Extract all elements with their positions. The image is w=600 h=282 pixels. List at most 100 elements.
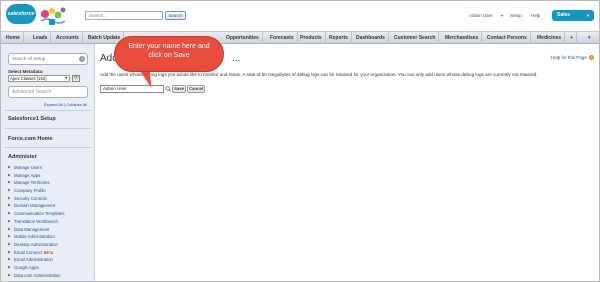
sidebar-item-label: Email Connect	[14, 249, 42, 255]
tab-contact-persons[interactable]: Contact Persons	[484, 32, 531, 44]
expand-triangle-icon[interactable]: ▶	[8, 202, 11, 210]
sidebar-item-label: Communication Templates	[14, 211, 65, 217]
global-search-input[interactable]: Search...	[85, 11, 163, 20]
sidebar-item-data-management[interactable]: ▶ Data Management	[7, 226, 93, 234]
sidebar-item-mobile-administration[interactable]: ▶ Mobile Administration	[7, 233, 93, 241]
instruction-callout: Enter your name here and click on Save	[114, 36, 224, 72]
expand-triangle-icon[interactable]: ▶	[8, 272, 11, 280]
sidebar-item-communication-templates[interactable]: ▶ Communication Templates	[7, 210, 93, 218]
expand-all-link[interactable]: Expand All	[44, 102, 63, 107]
tab-dashboards[interactable]: Dashboards	[353, 32, 389, 44]
sidebar-item-email-administration[interactable]: ▶ Email Administration	[7, 256, 93, 264]
administer-heading: Administer	[8, 154, 37, 160]
main-content: Add ... Help for this Page ? Add the use…	[97, 44, 599, 281]
help-icon: ?	[589, 55, 594, 60]
expand-triangle-icon[interactable]: ▶	[8, 241, 11, 249]
expand-triangle-icon[interactable]: ▶	[8, 256, 11, 264]
chevron-down-icon: ▼	[64, 76, 68, 80]
expand-triangle-icon[interactable]: ▶	[8, 210, 11, 218]
quick-find-input[interactable]: Search All Setup... ×	[8, 53, 88, 65]
sidebar-item-company-profile[interactable]: ▶ Company Profile	[7, 187, 93, 195]
sidebar-item-desktop-administration[interactable]: ▶ Desktop Administration	[7, 241, 93, 249]
sidebar-item-manage-apps[interactable]: ▶ Manage Apps	[7, 172, 93, 180]
save-button[interactable]: Save	[172, 85, 186, 93]
expand-collapse-separator: |	[64, 102, 66, 107]
instructions-text: Add the users whose debug logs you would…	[100, 72, 538, 77]
collapse-all-link[interactable]: Collapse All	[66, 102, 87, 107]
tab-opportunities[interactable]: Opportunities	[223, 32, 263, 44]
sidebar-item-label: Translation Workbench	[14, 218, 58, 224]
salesforce1-setup-heading[interactable]: Salesforce1 Setup	[8, 116, 56, 122]
tab-customer-search[interactable]: Customer Search	[391, 32, 440, 44]
forcecom-home-heading[interactable]: Force.com Home	[8, 136, 53, 142]
tab-forecasts[interactable]: Forecasts	[267, 32, 298, 44]
divider	[5, 147, 91, 148]
tab-leads[interactable]: Leads	[30, 32, 52, 44]
expand-triangle-icon[interactable]: ▶	[8, 164, 11, 172]
global-search-button[interactable]: Search	[165, 11, 186, 20]
refresh-icon[interactable]: ⟳	[72, 75, 80, 82]
cancel-button[interactable]: Cancel	[187, 85, 205, 93]
sidebar-item-security-controls[interactable]: ▶ Security Controls	[7, 195, 93, 203]
expand-triangle-icon[interactable]: ▶	[8, 226, 11, 234]
expand-triangle-icon[interactable]: ▶	[8, 264, 11, 272]
expand-triangle-icon[interactable]: ▶	[8, 218, 11, 226]
sidebar-item-translation-workbench[interactable]: ▶ Translation Workbench	[7, 218, 93, 226]
select-metadata-label: Select Metadata:	[8, 69, 44, 74]
sidebar-item-label: Company Profile	[14, 188, 46, 194]
expand-triangle-icon[interactable]: ▶	[8, 187, 11, 195]
expand-triangle-icon[interactable]: ▶	[8, 195, 11, 203]
header: salesforce Search... Search Admin User ▾…	[1, 1, 599, 31]
chevron-down-icon: ▼	[586, 13, 590, 18]
administer-list: ▶ Manage Users ▶ Manage Apps ▶ Manage Terri…	[7, 164, 93, 279]
tab-more[interactable]: +	[567, 32, 577, 44]
sidebar-item-domain-management[interactable]: ▶ Domain Management	[7, 202, 93, 210]
tab-accounts[interactable]: Accounts	[53, 32, 83, 44]
tab-products[interactable]: Products	[297, 32, 326, 44]
beta-badge: BETA	[43, 250, 54, 255]
sidebar-item-label: Data Management	[14, 226, 50, 232]
sidebar-item-datacom-administration[interactable]: ▶ Data.com Administration	[7, 272, 93, 280]
app-menu-button[interactable]: Sales ▼	[552, 10, 594, 21]
sidebar-item-label: Security Controls	[14, 195, 47, 201]
quick-find-placeholder: Search All Setup...	[12, 56, 50, 61]
setup-sidebar: Search All Setup... × Select Metadata: A…	[1, 44, 95, 281]
clear-icon[interactable]: ×	[79, 56, 85, 62]
advanced-search-input[interactable]: Advanced Search	[8, 86, 88, 98]
chevron-down-icon[interactable]: ▾	[501, 13, 503, 18]
expand-triangle-icon[interactable]: ▶	[8, 249, 11, 257]
mascot-icon	[40, 7, 66, 25]
sidebar-item-label: Google Apps	[14, 264, 39, 270]
divider	[5, 128, 91, 129]
expand-triangle-icon[interactable]: ▶	[8, 233, 11, 241]
sidebar-item-label: Data.com Administration	[14, 272, 61, 278]
sidebar-item-google-apps[interactable]: ▶ Google Apps	[7, 264, 93, 272]
help-link[interactable]: Help	[531, 13, 540, 18]
tab-home[interactable]: Home	[3, 32, 24, 44]
metadata-select-value: Apex Classes (152)	[10, 76, 47, 81]
sidebar-item-label: Manage Territories	[14, 180, 50, 186]
tab-merchandises[interactable]: Merchandises	[442, 32, 483, 44]
sidebar-item-label: Domain Management	[14, 203, 56, 209]
sidebar-item-manage-users[interactable]: ▶ Manage Users	[7, 164, 93, 172]
sidebar-item-email-connect[interactable]: ▶ Email Connect BETA	[7, 249, 93, 257]
tab-reports[interactable]: Reports	[326, 32, 352, 44]
expand-collapse-links: Expand All | Collapse All	[44, 102, 87, 107]
help-for-page-link[interactable]: Help for this Page ?	[551, 55, 594, 60]
callout-line-2: click on Save	[148, 52, 190, 59]
divider	[5, 110, 91, 111]
metadata-select[interactable]: Apex Classes (152) ▼	[8, 75, 70, 82]
sidebar-item-label: Desktop Administration	[14, 241, 58, 247]
expand-triangle-icon[interactable]: ▶	[8, 179, 11, 187]
expand-triangle-icon[interactable]: ▶	[8, 172, 11, 180]
tab-bar: Home Leads Accounts Batch Update Opportu…	[1, 31, 599, 44]
tabs-dropdown-icon[interactable]: ▾	[585, 32, 594, 44]
salesforce-logo[interactable]: salesforce	[6, 4, 36, 24]
sidebar-item-manage-territories[interactable]: ▶ Manage Territories	[7, 179, 93, 187]
page-title-tail: ...	[232, 53, 241, 64]
user-menu[interactable]: Admin User	[469, 13, 493, 18]
setup-link[interactable]: Setup	[510, 13, 522, 18]
app-menu-label: Sales	[557, 12, 571, 18]
tab-medicines[interactable]: Medicines	[534, 32, 566, 44]
lookup-icon[interactable]	[165, 85, 171, 93]
